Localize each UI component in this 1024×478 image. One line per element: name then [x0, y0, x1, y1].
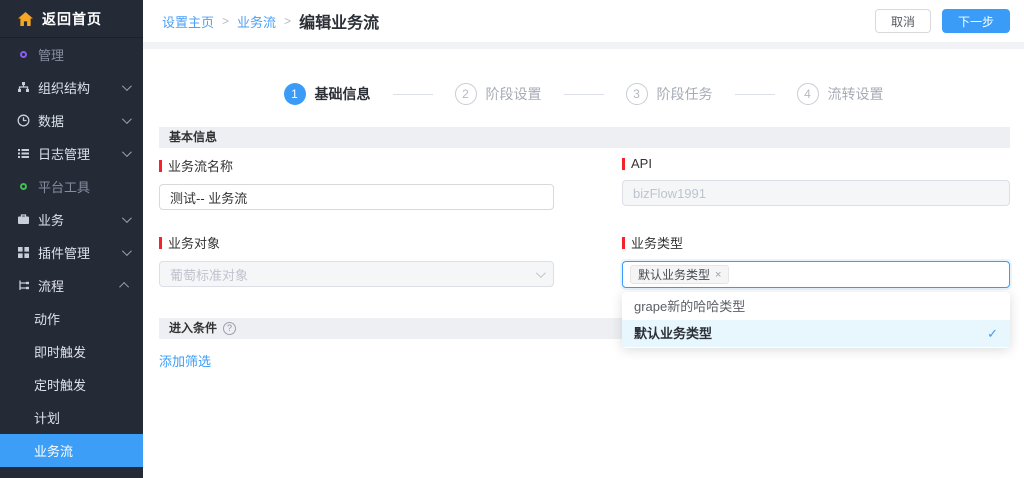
- step-flow-setup: 4 流转设置: [797, 83, 884, 105]
- sidebar-subitem-action[interactable]: 动作: [0, 302, 143, 335]
- step-connector: [735, 94, 775, 95]
- step-number: 2: [455, 83, 477, 105]
- sidebar-item-admin[interactable]: 管理: [0, 38, 143, 71]
- field-api: API: [622, 156, 1010, 210]
- sidebar-home-label: 返回首页: [42, 9, 102, 29]
- remove-tag-icon[interactable]: ×: [715, 269, 721, 281]
- api-label: API: [622, 156, 1010, 171]
- business-object-select: 葡萄标准对象: [159, 261, 554, 287]
- chevron-down-icon: [536, 268, 546, 278]
- page-title: 编辑业务流: [299, 9, 379, 33]
- step-basic-info: 1 基础信息: [284, 83, 371, 105]
- selected-type-tag: 默认业务类型 ×: [630, 265, 729, 284]
- sidebar-item-platform-tools[interactable]: 平台工具: [0, 170, 143, 203]
- check-icon: ✓: [987, 320, 998, 347]
- sidebar-subitem-instant-trigger[interactable]: 即时触发: [0, 335, 143, 368]
- briefcase-icon: [17, 213, 30, 226]
- sidebar-item-data[interactable]: 数据: [0, 104, 143, 137]
- step-stage-setup: 2 阶段设置: [455, 83, 542, 105]
- chevron-down-icon: [122, 147, 132, 157]
- chevron-down-icon: [122, 114, 132, 124]
- required-mark: [622, 237, 625, 249]
- breadcrumb-separator: >: [284, 14, 291, 28]
- flow-icon: [17, 279, 30, 292]
- business-type-label: 业务类型: [622, 233, 1010, 252]
- org-chart-icon: [17, 81, 30, 94]
- step-connector: [564, 94, 604, 95]
- sidebar-item-process[interactable]: 流程: [0, 269, 143, 302]
- sidebar-item-plugin-management[interactable]: 插件管理: [0, 236, 143, 269]
- sidebar-home[interactable]: 返回首页: [0, 0, 143, 38]
- step-label: 基础信息: [315, 84, 371, 104]
- stepper: 1 基础信息 2 阶段设置 3 阶段任务 4 流转设置: [143, 83, 1024, 105]
- sidebar-item-org-structure[interactable]: 组织结构: [0, 71, 143, 104]
- chevron-down-icon: [122, 246, 132, 256]
- next-step-button[interactable]: 下一步: [942, 9, 1010, 33]
- help-icon[interactable]: ?: [223, 322, 236, 335]
- clock-icon: [17, 114, 30, 127]
- chevron-down-icon: [122, 81, 132, 91]
- field-flow-name: 业务流名称: [159, 156, 554, 210]
- sidebar-subitem-business-flow[interactable]: 业务流: [0, 434, 143, 467]
- step-label: 阶段任务: [657, 84, 713, 104]
- chevron-down-icon: [122, 213, 132, 223]
- add-filter-link[interactable]: 添加筛选: [159, 351, 211, 370]
- step-connector: [393, 94, 433, 95]
- breadcrumb-settings-home[interactable]: 设置主页: [162, 12, 214, 31]
- breadcrumb-business-flow[interactable]: 业务流: [237, 12, 276, 31]
- step-number: 1: [284, 83, 306, 105]
- business-object-label: 业务对象: [159, 233, 554, 252]
- required-mark: [159, 160, 162, 172]
- home-icon: [18, 12, 33, 26]
- breadcrumb-separator: >: [222, 14, 229, 28]
- flow-name-input[interactable]: [159, 184, 554, 210]
- content-panel: 1 基础信息 2 阶段设置 3 阶段任务 4 流转设置: [143, 49, 1024, 478]
- divider: [143, 42, 1024, 49]
- dropdown-option-grape[interactable]: grape新的哈哈类型: [622, 293, 1010, 320]
- sidebar-item-business[interactable]: 业务: [0, 203, 143, 236]
- dropdown-option-default[interactable]: 默认业务类型 ✓: [622, 320, 1010, 347]
- required-mark: [622, 158, 625, 170]
- app-window: 返回首页 管理 组织结构 数据 日志管理: [0, 0, 1024, 478]
- section-basic-info: 基本信息: [159, 127, 1010, 148]
- sidebar: 返回首页 管理 组织结构 数据 日志管理: [0, 0, 143, 478]
- breadcrumb: 设置主页 > 业务流 > 编辑业务流: [162, 9, 379, 33]
- green-dot-icon: [17, 180, 30, 193]
- topbar: 设置主页 > 业务流 > 编辑业务流 取消 下一步: [143, 0, 1024, 42]
- sidebar-item-log-management[interactable]: 日志管理: [0, 137, 143, 170]
- business-type-select[interactable]: 默认业务类型 ×: [622, 261, 1010, 288]
- business-type-dropdown: grape新的哈哈类型 默认业务类型 ✓: [622, 292, 1010, 348]
- edit-business-flow-form: 基本信息 业务流名称 API: [159, 127, 1010, 370]
- step-label: 流转设置: [828, 84, 884, 104]
- field-business-type: 业务类型 默认业务类型 × grape新的哈哈类型: [622, 233, 1010, 288]
- purple-dot-icon: [17, 48, 30, 61]
- grid-icon: [17, 246, 30, 259]
- step-stage-tasks: 3 阶段任务: [626, 83, 713, 105]
- field-business-object: 业务对象 葡萄标准对象: [159, 233, 554, 288]
- required-mark: [159, 237, 162, 249]
- step-number: 3: [626, 83, 648, 105]
- cancel-button[interactable]: 取消: [875, 9, 931, 33]
- sidebar-subitem-timed-trigger[interactable]: 定时触发: [0, 368, 143, 401]
- flow-name-label: 业务流名称: [159, 156, 554, 175]
- sidebar-subitem-plan[interactable]: 计划: [0, 401, 143, 434]
- api-input: [622, 180, 1010, 206]
- topbar-actions: 取消 下一步: [875, 9, 1010, 33]
- list-icon: [17, 147, 30, 160]
- main-area: 设置主页 > 业务流 > 编辑业务流 取消 下一步 1 基础信息: [143, 0, 1024, 478]
- step-label: 阶段设置: [486, 84, 542, 104]
- step-number: 4: [797, 83, 819, 105]
